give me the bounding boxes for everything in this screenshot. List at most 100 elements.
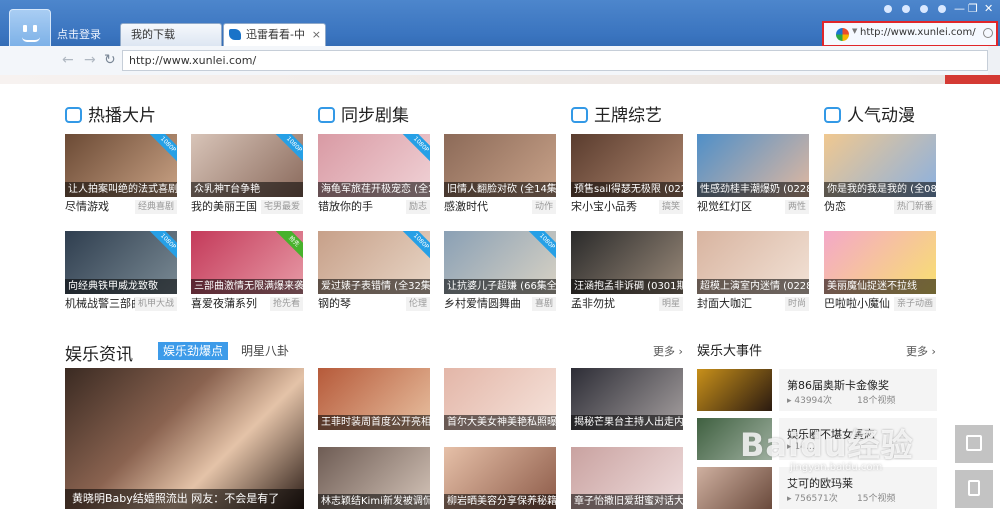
event-item[interactable]: 艾可的欧玛莱 ▸ 756571次 15个视频 bbox=[697, 467, 937, 509]
video-caption: 美丽魔仙捉迷不拉线 bbox=[824, 279, 936, 294]
genre-tag[interactable]: 动作 bbox=[531, 200, 556, 214]
news-tile[interactable]: 王菲时装周首度公开亮相 bbox=[318, 368, 430, 430]
video-thumbnail[interactable]: 你是我的我是我的 (全08集) bbox=[824, 134, 936, 197]
section-title[interactable]: 人气动漫 bbox=[824, 104, 1000, 128]
event-title[interactable]: 第86届奥斯卡金像奖 bbox=[787, 377, 889, 393]
genre-tag[interactable]: 宅男最爱 bbox=[260, 200, 303, 214]
video-tile[interactable]: 1080P 让抗婆儿子超嫌 (66集全) 乡村爱情圆舞曲 喜剧 bbox=[444, 231, 556, 314]
tab-hot-news[interactable]: 娱乐劲爆点 bbox=[158, 342, 229, 360]
section-title[interactable]: 王牌综艺 bbox=[571, 104, 811, 128]
video-tile[interactable]: 美丽魔仙捉迷不拉线 巴啦啦小魔仙 亲子动画 bbox=[824, 231, 936, 314]
genre-tag[interactable]: 明星 bbox=[658, 297, 683, 311]
user-avatar[interactable] bbox=[9, 9, 51, 51]
back-arrow-icon[interactable]: ← bbox=[62, 53, 74, 67]
video-tile[interactable]: 你是我的我是我的 (全08集) 伪恋 热门新番 bbox=[824, 134, 936, 217]
minimize-icon[interactable]: — bbox=[954, 3, 965, 15]
video-tile[interactable]: 旧情人翻脸对砍 (全14集) 感激时代 动作 bbox=[444, 134, 556, 217]
video-thumbnail[interactable]: 1080P 众乳神T台争艳 bbox=[191, 134, 303, 197]
feedback-button[interactable] bbox=[955, 425, 993, 463]
event-item[interactable]: 第86届奥斯卡金像奖 ▸ 43994次 18个视频 bbox=[697, 369, 937, 411]
genre-tag[interactable]: 搞笑 bbox=[658, 200, 683, 214]
genre-tag[interactable]: 抢先看 bbox=[269, 297, 303, 311]
video-tile[interactable]: 性感劲桂丰潮爆奶 (0228 视觉红灯区 两性 bbox=[697, 134, 809, 217]
section-title[interactable]: 热播大片 bbox=[65, 104, 305, 128]
section-title[interactable]: 同步剧集 bbox=[318, 104, 558, 128]
genre-tag[interactable]: 伦理 bbox=[405, 297, 430, 311]
genre-tag[interactable]: 机甲大战 bbox=[134, 297, 177, 311]
tray-icon[interactable] bbox=[938, 5, 946, 13]
video-thumbnail[interactable]: 汪涵抱孟非诉碉 (0301期) bbox=[571, 231, 683, 294]
genre-tag[interactable]: 喜剧 bbox=[531, 297, 556, 311]
video-tile[interactable]: 1080P 向经典铁甲威龙致敬 机械战警三部曲 机甲大战 bbox=[65, 231, 177, 314]
tray-icon[interactable] bbox=[902, 5, 910, 13]
video-tile[interactable]: 1080P 让人拍案叫绝的法式喜剧 尽情游戏 经典喜剧 bbox=[65, 134, 177, 217]
news-tile[interactable]: 林志颖结Kimi新发被调侃 bbox=[318, 447, 430, 509]
news-tile[interactable]: 柳岩晒美容分享保养秘籍 bbox=[444, 447, 556, 509]
reload-icon[interactable]: ↻ bbox=[104, 53, 116, 67]
video-tile[interactable]: 汪涵抱孟非诉碉 (0301期) 孟非勿扰 明星 bbox=[571, 231, 683, 314]
video-thumbnail[interactable]: 美丽魔仙捉迷不拉线 bbox=[824, 231, 936, 294]
video-title[interactable]: 孟非勿扰 bbox=[571, 297, 615, 310]
genre-tag[interactable]: 励志 bbox=[405, 200, 430, 214]
video-title[interactable]: 尽情游戏 bbox=[65, 200, 109, 213]
video-thumbnail[interactable]: 1080P 爱过婊子表错情 (全32集) bbox=[318, 231, 430, 294]
tab-xunlei-kankan[interactable]: 迅雷看看-中国... × bbox=[223, 23, 326, 62]
highlighted-address-box[interactable]: ▼ http://www.xunlei.com/ bbox=[822, 21, 998, 47]
login-link[interactable]: 点击登录 bbox=[57, 26, 101, 42]
tab-close-icon[interactable]: × bbox=[312, 24, 321, 45]
headline-image[interactable]: 黄晓明Baby结婚照流出 网友：不会是有了 bbox=[65, 368, 304, 509]
video-title[interactable]: 宋小宝小品秀 bbox=[571, 200, 637, 213]
video-thumbnail[interactable]: 旧情人翻脸对砍 (全14集) bbox=[444, 134, 556, 197]
video-title[interactable]: 我的美丽王国 bbox=[191, 200, 257, 213]
url-input[interactable]: http://www.xunlei.com/ bbox=[122, 50, 988, 71]
tray-icon[interactable] bbox=[920, 5, 928, 13]
event-thumbnail[interactable] bbox=[697, 467, 772, 509]
event-title[interactable]: 艾可的欧玛莱 bbox=[787, 475, 853, 491]
events-more-link[interactable]: 更多 › bbox=[906, 343, 936, 359]
mobile-button[interactable] bbox=[955, 470, 993, 508]
video-title[interactable]: 钢的琴 bbox=[318, 297, 351, 310]
video-title[interactable]: 视觉红灯区 bbox=[697, 200, 752, 213]
maximize-icon[interactable]: ❐ bbox=[968, 3, 978, 15]
video-tile[interactable]: 超模上演室内迷情 (0228 封面大咖汇 时尚 bbox=[697, 231, 809, 314]
close-window-icon[interactable]: ✕ bbox=[984, 3, 993, 15]
video-title[interactable]: 乡村爱情圆舞曲 bbox=[444, 297, 521, 310]
event-thumbnail[interactable] bbox=[697, 369, 772, 411]
video-tile[interactable]: 1080P 众乳神T台争艳 我的美丽王国 宅男最爱 bbox=[191, 134, 303, 217]
video-title[interactable]: 巴啦啦小魔仙 bbox=[824, 297, 890, 310]
video-title[interactable]: 错放你的手 bbox=[318, 200, 373, 213]
news-tile[interactable]: 揭秘芒果台主持人出走内幕 bbox=[571, 368, 683, 430]
video-title[interactable]: 伪恋 bbox=[824, 200, 846, 213]
genre-tag[interactable]: 亲子动画 bbox=[893, 297, 936, 311]
video-title[interactable]: 感激时代 bbox=[444, 200, 488, 213]
video-thumbnail[interactable]: 抢先 三部曲激情无限满爆来袭 bbox=[191, 231, 303, 294]
forward-arrow-icon[interactable]: → bbox=[84, 53, 96, 67]
tray-icon[interactable] bbox=[884, 5, 892, 13]
genre-tag[interactable]: 热门新番 bbox=[893, 200, 936, 214]
genre-tag[interactable]: 时尚 bbox=[784, 297, 809, 311]
tab-my-downloads[interactable]: 我的下载 bbox=[120, 23, 222, 46]
news-tile[interactable]: 章子怡撒旧爱甜蜜对话大 bbox=[571, 447, 683, 509]
video-thumbnail[interactable]: 预售sail得瑟无极限 (0226 bbox=[571, 134, 683, 197]
search-icon[interactable] bbox=[983, 28, 993, 38]
genre-tag[interactable]: 两性 bbox=[784, 200, 809, 214]
video-thumbnail[interactable]: 1080P 海龟军旅荏开极宠恋 (全20 bbox=[318, 134, 430, 197]
video-title[interactable]: 机械战警三部曲 bbox=[65, 297, 142, 310]
video-tile[interactable]: 1080P 海龟军旅荏开极宠恋 (全20 错放你的手 励志 bbox=[318, 134, 430, 217]
video-title[interactable]: 喜爱夜蒲系列 bbox=[191, 297, 257, 310]
video-thumbnail[interactable]: 1080P 让人拍案叫绝的法式喜剧 bbox=[65, 134, 177, 197]
video-thumbnail[interactable]: 超模上演室内迷情 (0228 bbox=[697, 231, 809, 294]
entertainment-more-link[interactable]: 更多 › bbox=[653, 343, 683, 359]
video-tile[interactable]: 抢先 三部曲激情无限满爆来袭 喜爱夜蒲系列 抢先看 bbox=[191, 231, 303, 314]
video-tile[interactable]: 1080P 爱过婊子表错情 (全32集) 钢的琴 伦理 bbox=[318, 231, 430, 314]
genre-tag[interactable]: 经典喜剧 bbox=[134, 200, 177, 214]
news-tile[interactable]: 首尔大美女神美艳私照曝光 bbox=[444, 368, 556, 430]
tab-star-gossip[interactable]: 明星八卦 bbox=[241, 342, 289, 360]
video-thumbnail[interactable]: 1080P 让抗婆儿子超嫌 (66集全) bbox=[444, 231, 556, 294]
video-tile[interactable]: 预售sail得瑟无极限 (0226 宋小宝小品秀 搞笑 bbox=[571, 134, 683, 217]
video-title[interactable]: 封面大咖汇 bbox=[697, 297, 752, 310]
dropdown-arrow-icon[interactable]: ▼ bbox=[852, 27, 857, 35]
video-thumbnail[interactable]: 1080P 向经典铁甲威龙致敬 bbox=[65, 231, 177, 294]
video-thumbnail[interactable]: 性感劲桂丰潮爆奶 (0228 bbox=[697, 134, 809, 197]
scrollbar[interactable] bbox=[988, 46, 1000, 76]
